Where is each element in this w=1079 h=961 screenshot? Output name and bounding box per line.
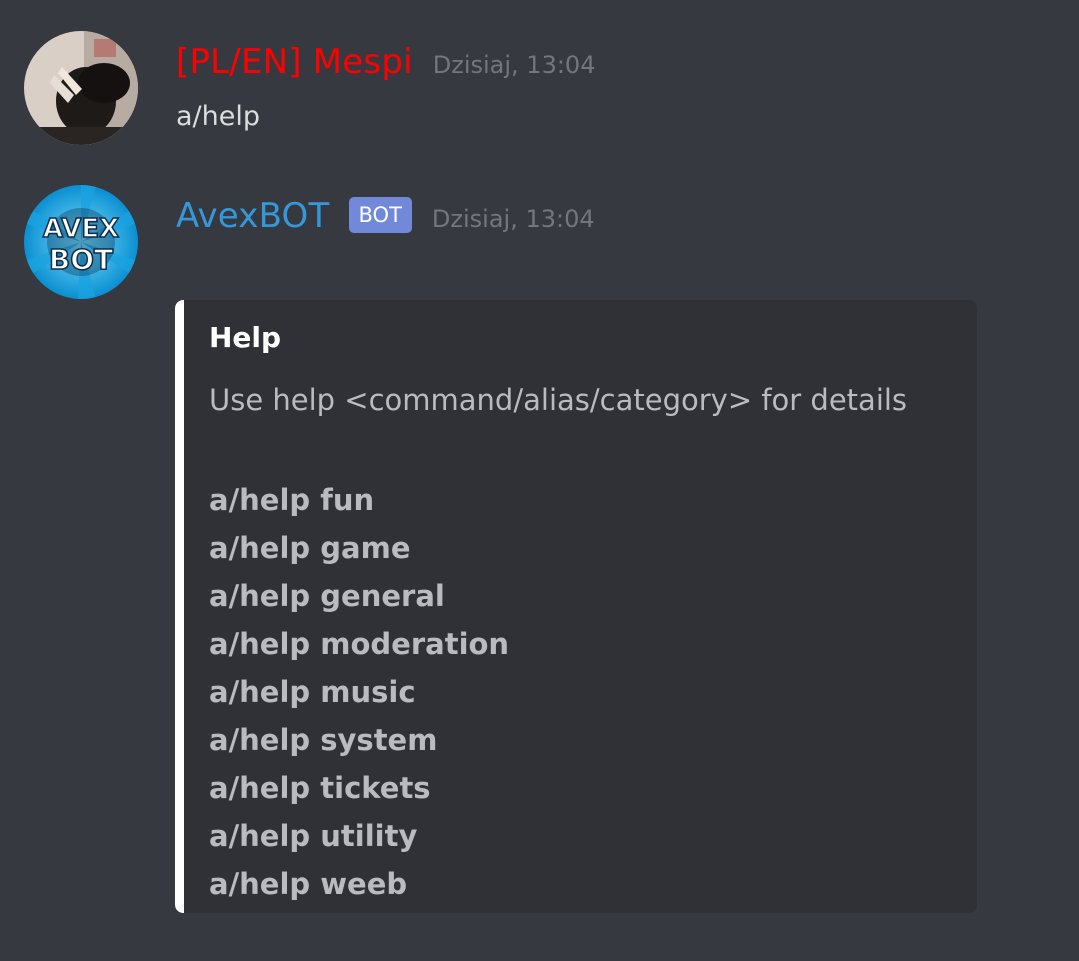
embed-description: Use help <command/alias/category> for de…	[209, 383, 908, 417]
embed-title: Help	[209, 321, 282, 354]
command-item: a/help tickets	[209, 771, 431, 805]
help-embed: Help Use help <command/alias/category> f…	[175, 300, 977, 913]
command-item: a/help music	[209, 675, 416, 709]
timestamp[interactable]: Dzisiaj, 13:04	[432, 204, 595, 234]
command-item: a/help fun	[209, 483, 375, 517]
embed-color-bar	[175, 300, 184, 913]
message-header: AvexBOT BOT Dzisiaj, 13:04	[176, 196, 595, 238]
command-item: a/help utility	[209, 819, 418, 853]
bot-tag: BOT	[348, 197, 412, 233]
message-content: a/help	[176, 101, 261, 132]
bot-avatar-image: AVEX BOT	[24, 185, 138, 299]
command-item: a/help moderation	[209, 627, 510, 661]
command-item: a/help weeb	[209, 867, 408, 901]
command-item: a/help general	[209, 579, 445, 613]
username[interactable]: AvexBOT	[176, 196, 330, 236]
command-item: a/help system	[209, 723, 438, 757]
message-header: [PL/EN] Mespi Dzisiaj, 13:04	[176, 42, 595, 82]
bot-avatar-label-top: AVEX	[43, 214, 119, 244]
user-avatar-image	[24, 31, 138, 145]
bot-avatar[interactable]: AVEX BOT	[24, 185, 138, 299]
bot-avatar-label-bottom: BOT	[49, 243, 113, 276]
command-item: a/help game	[209, 531, 411, 565]
timestamp[interactable]: Dzisiaj, 13:04	[433, 50, 596, 80]
user-avatar[interactable]	[24, 31, 138, 145]
embed-command-list: a/help fun a/help game a/help general a/…	[209, 476, 509, 908]
username[interactable]: [PL/EN] Mespi	[176, 42, 413, 82]
